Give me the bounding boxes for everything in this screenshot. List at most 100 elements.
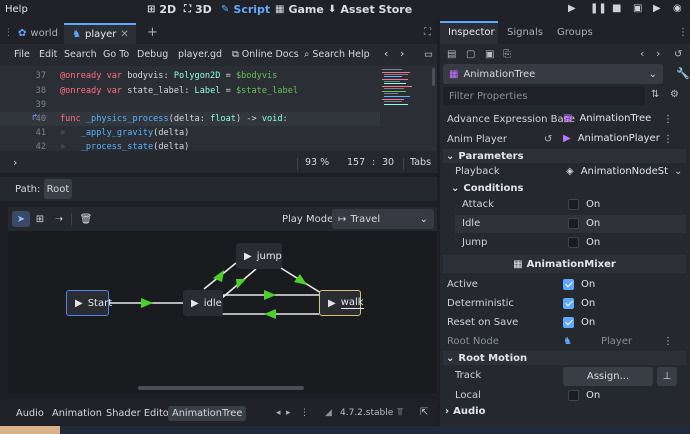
tab-player[interactable]: ♞ player ✕ [64,23,136,44]
chevron-down-icon[interactable]: ⌄ [674,166,682,177]
anim-player-value[interactable]: ▶ AnimationPlayer [563,133,660,144]
local-checkbox[interactable]: On [568,390,600,401]
zoom-level[interactable]: 93 % [305,157,329,168]
stop-icon[interactable]: ■ [612,3,621,14]
root-node-value[interactable]: ♞ Player [563,336,632,347]
code-scrollbar[interactable] [432,68,435,86]
playback-value[interactable]: ◈ AnimationNodeSt [566,166,668,177]
state-node-walk[interactable]: ▶ walk [319,290,364,316]
new-resource-icon[interactable]: ▤ [447,49,456,60]
idle-checkbox[interactable]: On [568,218,600,229]
open-resource-icon[interactable]: ▢ [466,49,475,60]
workspace-assetstore-button[interactable]: ⬇ Asset Store [328,3,412,16]
menu-help[interactable]: Help [5,4,28,15]
play-scene-icon[interactable]: ▣ [633,3,642,14]
pin-icon[interactable]: ⫪ [397,407,403,418]
conditions-section[interactable]: ⌄ Conditions [451,183,523,194]
path-root-button[interactable]: Root [44,179,72,199]
revert-icon[interactable]: ↺ [544,134,552,145]
property-menu-icon[interactable]: ⋮ [663,336,673,347]
panel-menu-icon[interactable]: ⋮ [300,408,309,418]
prev-script-icon[interactable]: ‹ [384,47,388,60]
active-checkbox[interactable]: On [563,279,595,290]
copy-icon[interactable]: ⎘ [503,49,511,60]
clear-track-icon[interactable]: ⊥ [657,367,677,386]
script-list-toggle-icon[interactable]: ▭ [424,49,433,60]
filter-properties-input[interactable]: Filter Properties [443,87,645,105]
tab-audio[interactable]: Audio [12,406,48,421]
play-custom-icon[interactable]: ▶ [653,3,661,14]
attack-checkbox[interactable]: On [568,199,600,210]
history-icon[interactable]: ↺ [674,49,682,60]
menu-goto[interactable]: Go To [103,49,129,60]
assign-track-button[interactable]: Assign... [563,367,653,386]
code-editor[interactable]: 37 @onready var bodyvis: Polygon2D = $bo… [0,66,437,151]
play-icon: ▶ [328,297,336,309]
movie-icon[interactable]: ◉ [673,3,682,14]
object-selector[interactable]: ▦ AnimationTree ⌄ [443,64,663,84]
save-icon[interactable]: ▣ [485,49,494,60]
play-mode-value: Travel [350,213,381,225]
state-node-start[interactable]: ▶ Start [66,290,112,316]
tab-animation[interactable]: Animation [48,406,106,421]
property-menu-icon[interactable]: ⋮ [663,114,673,125]
pause-icon[interactable]: ❚❚ [590,3,607,14]
play-icon[interactable]: ▶ [568,3,576,14]
online-docs-button[interactable]: ⧉ Online Docs [232,49,299,60]
dock-menu-icon[interactable]: ⋮ [678,27,688,38]
menu-edit[interactable]: Edit [39,49,57,60]
select-tool-icon[interactable]: ➤ [12,211,30,227]
workspace-game-button[interactable]: ▦ Game [275,3,324,16]
filter-options-icon[interactable]: ⚙ [670,89,679,100]
object-tools-icon[interactable]: 🔧 [676,67,690,80]
expand-panel-icon[interactable]: ⇱ [420,407,428,418]
workspace-script-button[interactable]: ✎ Script [221,3,270,16]
reset-on-save-checkbox[interactable]: On [563,317,595,328]
back-icon[interactable]: ‹ [640,47,644,60]
tab-inspector[interactable]: Inspector [448,27,495,38]
root-motion-section[interactable]: ⌄ Root Motion [443,351,686,365]
game-icon: ▦ [275,4,285,15]
prev-panel-icon[interactable]: ◂ [276,408,281,418]
tab-animation-tree[interactable]: AnimationTree [168,406,247,421]
forward-icon[interactable]: › [656,47,660,60]
distraction-free-icon[interactable]: ⛶ [424,27,431,38]
tab-world[interactable]: ✿ world [10,23,66,44]
code-token: void [261,114,283,124]
tab-groups[interactable]: Groups [557,27,593,38]
menu-file[interactable]: File [14,49,30,60]
next-panel-icon[interactable]: ▸ [286,408,291,418]
create-node-icon[interactable]: ⊞ [31,211,49,227]
object-name: AnimationTree [463,68,536,80]
state-node-idle[interactable]: ▶ idle [183,290,223,316]
code-token: : [184,86,195,96]
advance-expression-base-value[interactable]: ▦ AnimationTree [563,113,651,124]
state-node-jump[interactable]: ▶ jump [236,243,282,269]
play-mode-select[interactable]: ↦ Travel ⌄ [332,209,434,229]
close-icon[interactable]: ✕ [120,29,128,40]
toggle-scripts-panel-icon[interactable]: › [13,156,17,169]
search-help-button[interactable]: ⌕ Search Help [304,49,370,60]
add-tab-icon[interactable]: + [147,25,158,40]
menu-debug[interactable]: Debug [137,49,168,60]
connect-tool-icon[interactable]: ➝ [50,211,68,227]
checkbox-box [568,390,579,401]
state-machine-graph[interactable]: ▶ Start ▶ idle ▶ jump ▶ walk [8,231,437,393]
workspace-3d-button[interactable]: ⛶ 3D [184,3,212,16]
tab-signals[interactable]: Signals [507,27,543,38]
2d-icon: ⊞ [147,4,156,15]
sort-icon[interactable]: ⇅ [651,89,659,100]
menu-search[interactable]: Search [64,49,97,60]
audio-section[interactable]: › Audio [445,406,485,417]
property-menu-icon[interactable]: ⋮ [663,134,673,145]
deterministic-checkbox[interactable]: On [563,298,595,309]
parameters-section[interactable]: ⌄ Parameters [443,149,686,163]
indent-mode[interactable]: Tabs [410,157,431,168]
next-script-icon[interactable]: › [400,47,404,60]
play-icon: ▶ [75,297,83,309]
tab-shader-editor[interactable]: Shader Editor [102,406,177,421]
jump-checkbox[interactable]: On [568,237,600,248]
delete-icon[interactable]: 🗑 [77,211,95,227]
code-token: Polygon2D [173,71,221,81]
workspace-2d-button[interactable]: ⊞ 2D [147,3,176,16]
